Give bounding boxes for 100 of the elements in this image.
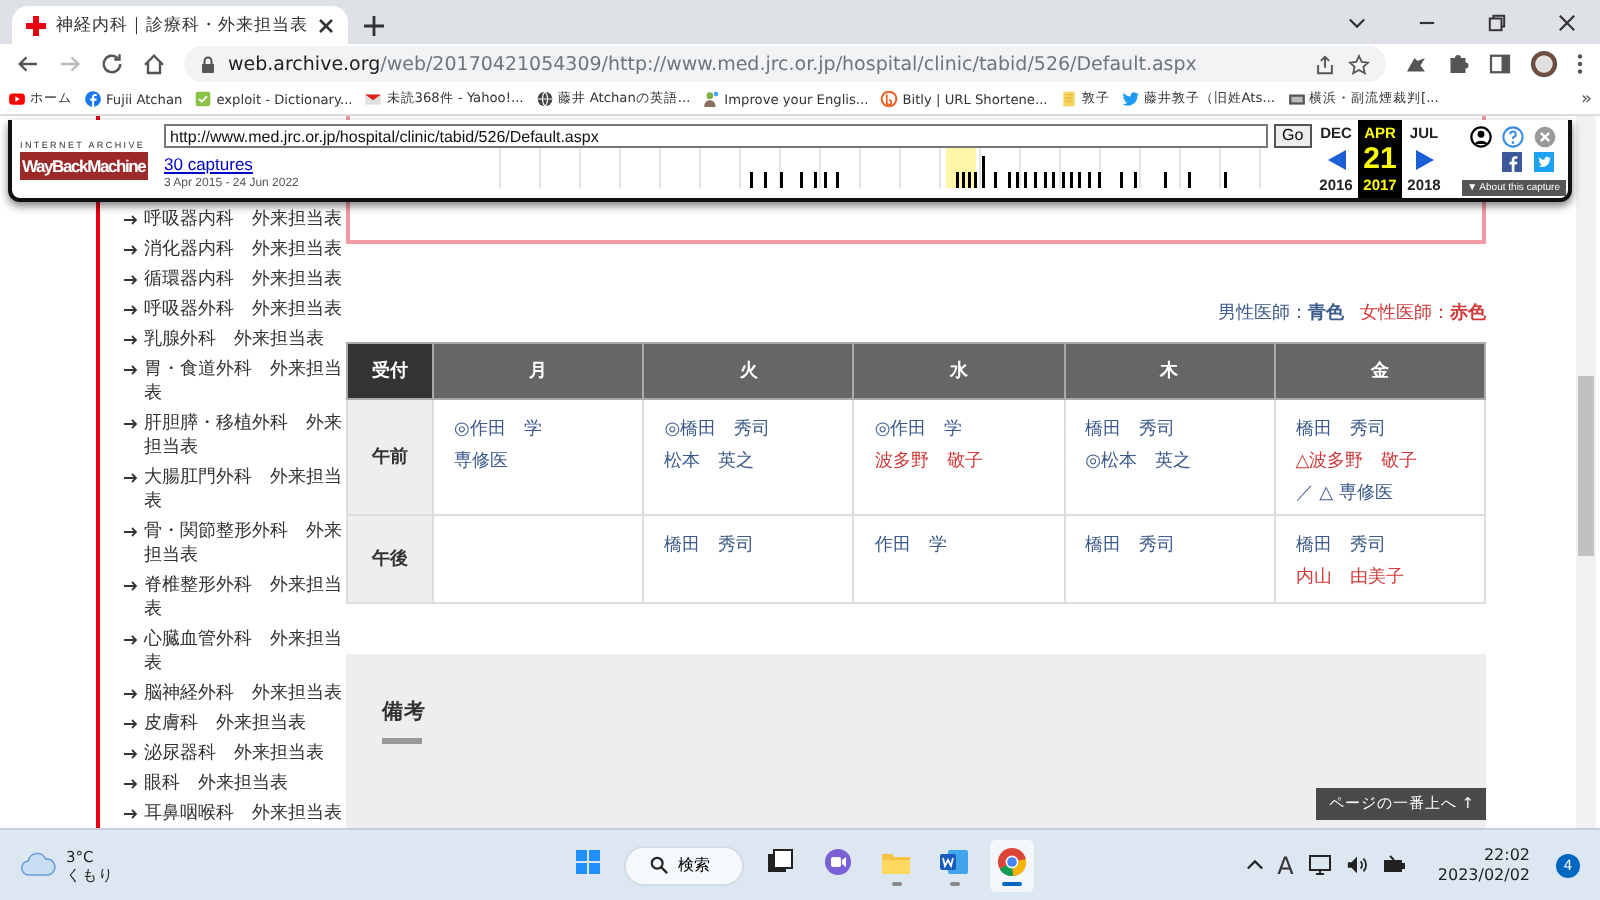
arrow-icon (124, 472, 138, 484)
person-icon (702, 90, 721, 108)
stacked-squares-icon (764, 845, 796, 877)
doctor-name: △波多野 敬子 (1295, 449, 1420, 476)
video-chat-icon (822, 845, 854, 877)
column-header: 月 (433, 343, 644, 399)
search-icon (650, 856, 668, 874)
home-icon[interactable] (142, 52, 166, 76)
doctor-name: 専修医 (454, 449, 510, 476)
envelope-icon (364, 90, 383, 108)
arrow-icon (124, 778, 138, 790)
arrow-icon (124, 808, 138, 820)
doctor-name: 橋田 秀司 (1295, 417, 1388, 444)
share-icon[interactable] (1314, 53, 1336, 75)
browser-tab[interactable]: 神経内科｜診療科・外来担当表 (12, 6, 348, 44)
chevron-up-icon[interactable] (1245, 856, 1264, 874)
arrow-icon (124, 334, 138, 346)
side-panel-icon[interactable] (1488, 52, 1512, 76)
address-bar[interactable]: web.archive.org/web/20170421054309/http://www.med.jrc.or.jp/hospital/clinic/tabid/526/Default.aspx (184, 46, 1386, 82)
notes-title: 備考 (382, 698, 428, 726)
plus-icon[interactable] (364, 15, 384, 35)
scrollbar[interactable] (1576, 116, 1596, 828)
right-triangle-icon[interactable] (1415, 149, 1433, 169)
search-field[interactable]: 検索 (624, 845, 744, 885)
sidebar-link[interactable]: 胃・食道外科 外来担当表 (124, 358, 346, 406)
sidebar-link[interactable]: 脳神経外科 外来担当表 (124, 682, 346, 706)
go-button[interactable]: Go (1274, 124, 1312, 148)
doctor-name: ◎橋田 秀司 (664, 417, 773, 444)
user-icon[interactable] (1470, 126, 1492, 148)
scrollbar-thumb[interactable] (1578, 376, 1594, 556)
bird-icon[interactable] (1534, 152, 1554, 172)
captures-link[interactable]: 30 captures (164, 154, 484, 174)
sidebar-link[interactable]: 眼科 外来担当表 (124, 772, 346, 796)
arrow-icon (124, 274, 138, 286)
battery-icon[interactable] (1381, 854, 1408, 876)
sidebar-link[interactable]: 乳腺外科 外来担当表 (124, 328, 346, 352)
close-icon[interactable] (1558, 13, 1576, 31)
sidebar-link[interactable]: 脊椎整形外科 外来担当表 (124, 574, 346, 622)
sidebar-link[interactable]: 大腸肛門外科 外来担当表 (124, 466, 346, 514)
url-field[interactable]: http://www.med.jrc.or.jp/hospital/clinic/tabid/526/Default.aspx (164, 124, 1268, 148)
arrow-icon (124, 580, 138, 592)
column-header: 火 (643, 343, 854, 399)
doctor-name: ◎作田 学 (454, 417, 544, 444)
left-triangle-icon[interactable] (1327, 149, 1345, 169)
clock[interactable]: 22:02 2023/02/02 (1437, 845, 1530, 885)
help-icon[interactable] (1502, 126, 1524, 148)
chevron-down-icon[interactable] (1348, 13, 1366, 31)
arrow-icon (124, 364, 138, 376)
doctor-name: 松本 英之 (664, 449, 757, 476)
tab-title: 神経内科｜診療科・外来担当表 (56, 13, 308, 37)
facebook-icon[interactable] (1502, 152, 1522, 172)
sidebar-link[interactable]: 循環器内科 外来担当表 (124, 268, 346, 292)
back-arrow-icon[interactable] (16, 52, 40, 76)
f-logo-icon (84, 90, 102, 108)
star-icon[interactable] (1348, 53, 1370, 75)
doctor-name: 内山 由美子 (1295, 565, 1406, 592)
ime-indicator[interactable]: A (1277, 851, 1294, 879)
logo-text: WayBackMachine (20, 151, 148, 179)
sidebar-link[interactable]: 泌尿器科 外来担当表 (124, 742, 346, 766)
doctor-name: ／ △ 専修医 (1295, 481, 1395, 508)
more-bookmarks[interactable]: » (1580, 89, 1592, 109)
arrow-icon (124, 688, 138, 700)
bird-icon (1121, 90, 1140, 108)
lock-icon (200, 55, 216, 73)
column-header: 木 (1064, 343, 1275, 399)
doctor-name: 作田 学 (874, 533, 949, 560)
arrow-icon (124, 748, 138, 760)
url-text: web.archive.org/web/20170421054309/http://www.med.jrc.or.jp/hospital/clinic/tabid/526/Default.aspx (228, 53, 1199, 75)
restore-icon[interactable] (1488, 13, 1506, 31)
sidebar-link[interactable]: 骨・関節整形外科 外来担当表 (124, 520, 346, 568)
check-icon (194, 90, 213, 108)
date-text: 2023/02/02 (1437, 865, 1530, 885)
browser-icon (996, 845, 1028, 877)
globe-icon (535, 90, 554, 108)
sidebar-link[interactable]: 消化器内科 外来担当表 (124, 238, 346, 262)
doctor-name: ◎作田 学 (874, 417, 965, 444)
sidebar-link[interactable]: 皮膚科 外来担当表 (124, 712, 346, 736)
reload-icon[interactable] (100, 52, 124, 76)
speaker-icon[interactable] (1345, 854, 1368, 876)
column-header: 水 (853, 343, 1065, 399)
legend-text: 男性医師：青色 (1218, 302, 1344, 326)
arrow-icon (124, 418, 138, 430)
sidebar-link[interactable]: 肝胆膵・移植外科 外来担当表 (124, 412, 346, 460)
legend-text: 女性医師：赤色 (1360, 302, 1486, 326)
puzzle-icon[interactable] (1446, 52, 1470, 76)
close-icon[interactable] (318, 17, 334, 33)
row-header: 午後 (347, 515, 433, 603)
doctor-name: ◎松本 英之 (1085, 449, 1193, 476)
doctor-name: 橋田 秀司 (1295, 533, 1388, 560)
sidebar-link[interactable]: 呼吸器内科 外来担当表 (124, 208, 346, 232)
windows-logo-icon (572, 845, 604, 877)
sidebar-link[interactable]: 心臓血管外科 外来担当表 (124, 628, 346, 676)
network-icon[interactable] (1307, 854, 1332, 876)
avatar-icon[interactable] (1530, 50, 1558, 78)
b-logo-icon (880, 90, 899, 108)
sidebar-link[interactable]: 呼吸器外科 外来担当表 (124, 298, 346, 322)
arrow-icon (124, 304, 138, 316)
day-label: 21 (1363, 144, 1397, 174)
more-menu-icon[interactable] (1576, 52, 1584, 76)
sidebar-link[interactable]: 耳鼻咽喉科 外来担当表 (124, 802, 346, 826)
